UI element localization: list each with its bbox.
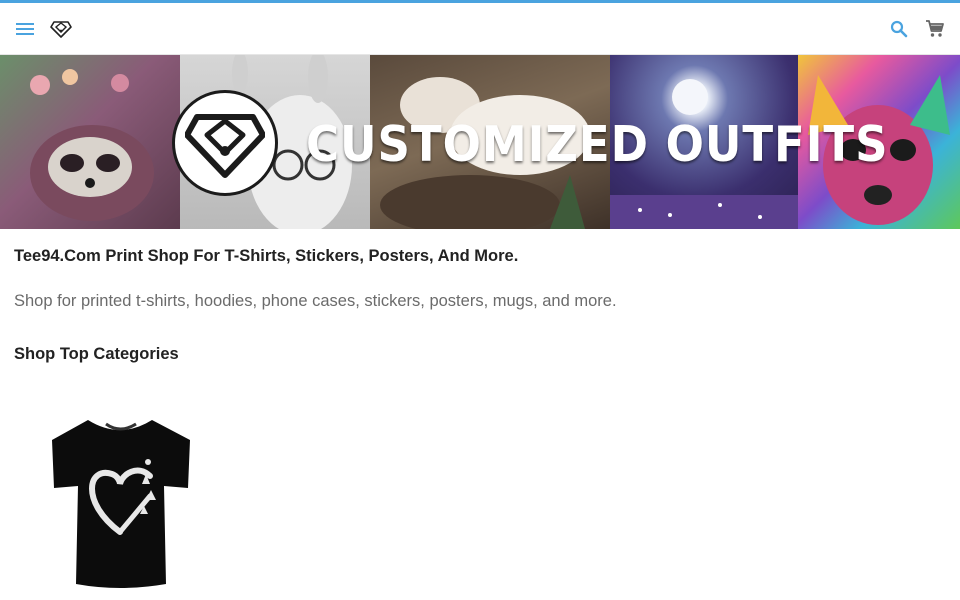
hero-banner: CUSTOMIZED OUTFITS	[0, 55, 960, 229]
page-description: Shop for printed t-shirts, hoodies, phon…	[14, 292, 617, 310]
category-card-tshirt[interactable]	[50, 414, 192, 590]
heart-diamond-logo-icon	[185, 114, 265, 178]
banner-title: CUSTOMIZED OUTFITS	[306, 116, 889, 173]
search-icon[interactable]	[888, 18, 910, 40]
page-heading: Tee94.Com Print Shop For T-Shirts, Stick…	[14, 247, 519, 265]
header-right	[888, 18, 946, 40]
banner-logo-badge	[172, 90, 278, 196]
heart-diamond-logo-icon[interactable]	[50, 18, 72, 40]
categories-title: Shop Top Categories	[14, 345, 179, 363]
shopping-cart-icon[interactable]	[924, 18, 946, 40]
header-left	[14, 18, 72, 40]
tshirt-icon	[52, 420, 190, 588]
hamburger-menu-icon[interactable]	[14, 18, 36, 40]
top-app-bar	[0, 3, 960, 55]
banner-raccoon-art	[0, 55, 180, 229]
